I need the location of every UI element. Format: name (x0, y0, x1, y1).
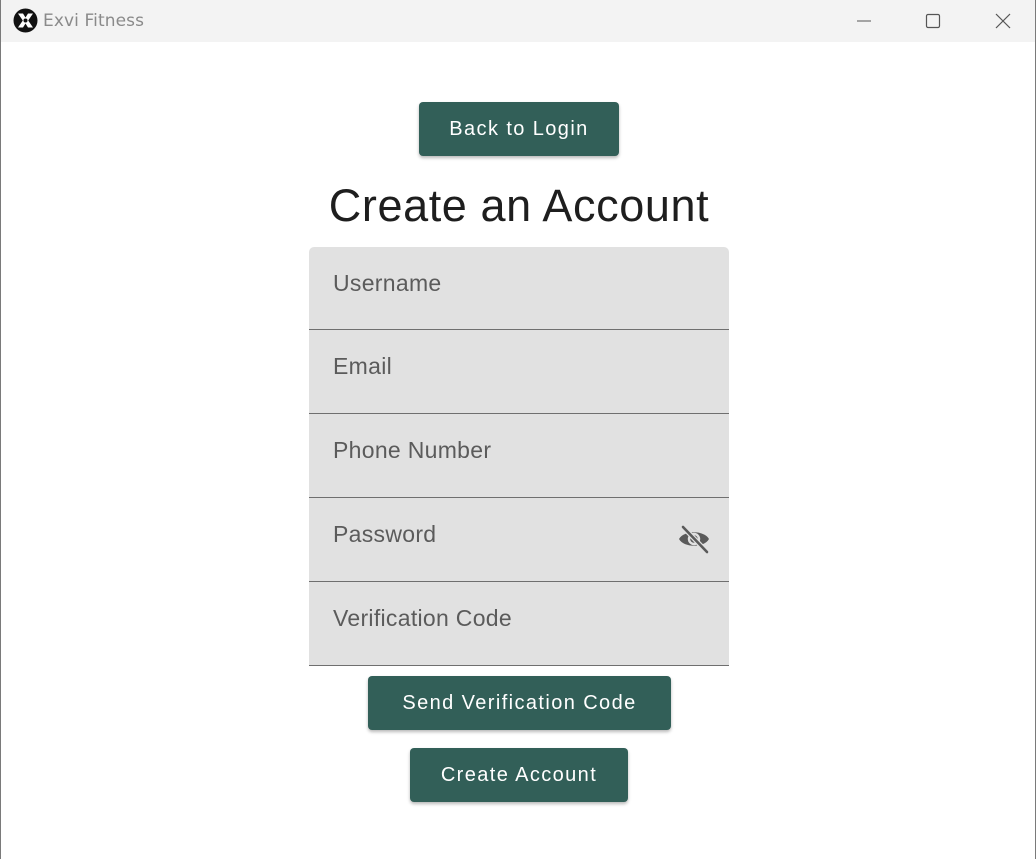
eye-slash-icon[interactable] (677, 524, 711, 554)
back-to-login-button[interactable]: Back to Login (419, 102, 619, 156)
password-input[interactable] (309, 498, 729, 581)
window-title: Exvi Fitness (43, 11, 145, 31)
signup-page: Back to Login Create an Account Username… (1, 42, 1035, 859)
app-window: Exvi Fitness Back to Login Create an Acc… (0, 0, 1036, 859)
password-field-container (309, 498, 729, 582)
close-button[interactable] (980, 0, 1026, 42)
close-icon (995, 13, 1011, 29)
username-input[interactable] (309, 247, 729, 329)
email-field-container (309, 330, 729, 414)
username-field-container (309, 247, 729, 330)
minimize-button[interactable] (841, 0, 887, 42)
minimize-icon (857, 20, 871, 22)
page-title: Create an Account (328, 180, 710, 231)
send-verification-code-button[interactable]: Send Verification Code (368, 676, 671, 730)
maximize-icon (925, 13, 941, 29)
phone-number-input[interactable] (309, 414, 729, 497)
verification-code-input[interactable] (309, 582, 729, 665)
verification-code-field-container (309, 582, 729, 666)
maximize-button[interactable] (910, 0, 956, 42)
title-bar[interactable]: Exvi Fitness (1, 0, 1035, 42)
phone-field-container (309, 414, 729, 498)
create-account-button[interactable]: Create Account (410, 748, 628, 802)
exvi-logo-icon (13, 8, 38, 33)
email-input[interactable] (309, 330, 729, 413)
signup-form (309, 247, 729, 666)
